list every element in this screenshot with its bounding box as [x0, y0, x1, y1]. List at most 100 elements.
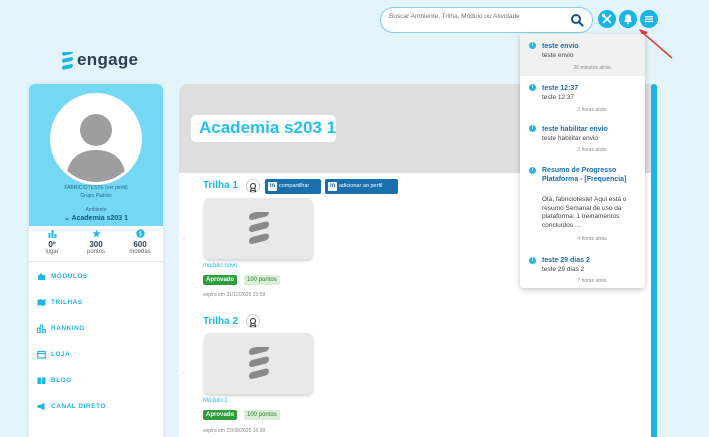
notification-body: teste 12:37 [542, 94, 575, 101]
megaphone-icon [37, 402, 45, 411]
trilha-title[interactable]: Trilha 2 [203, 316, 238, 327]
book-icon [37, 377, 46, 384]
star-icon [91, 229, 101, 238]
module-card[interactable] [204, 198, 313, 259]
points-badge: 100 pontos [244, 410, 280, 420]
notification-title: Resumo de Progresso Plataforma - [Freque… [542, 167, 627, 183]
menu-icon [645, 16, 653, 23]
notification-item[interactable]: i teste 12:37 teste 12:37 3 horas atrás [520, 76, 645, 117]
notification-body: teste 29 dias 2 [542, 266, 585, 273]
module-name[interactable]: modulo novo [203, 263, 237, 269]
notification-title: teste envio [542, 43, 579, 50]
sidebar-item-label: CANAL DIRETO [51, 403, 106, 410]
view-profile-link[interactable]: (ver perfil) [105, 185, 128, 191]
notification-time: 4 horas atrás [577, 236, 607, 242]
notification-body: teste envio [542, 52, 574, 59]
linkedin-icon: in [328, 182, 337, 191]
user-placeholder-icon [53, 96, 139, 182]
stat-ranking: 0º lugar [30, 229, 74, 255]
stat-points: 300 pontos [74, 229, 118, 255]
notifications-button[interactable] [619, 10, 637, 28]
avatar[interactable] [50, 93, 142, 185]
stat-value: 600 [133, 240, 147, 249]
module-name[interactable]: Módulo 1 [203, 398, 228, 404]
medal-badge[interactable] [246, 314, 260, 328]
search-icon[interactable] [570, 13, 584, 27]
expiry-date: expira em 23/08/2025 16:00 [203, 428, 266, 434]
notification-body: teste habilitar envio [542, 135, 599, 142]
notification-item[interactable]: i teste 29 dias 2 teste 29 dias 2 7 hora… [520, 249, 645, 288]
module-thumbnail-icon [249, 347, 269, 379]
notification-time: 3 horas atrás [577, 107, 607, 113]
search-input[interactable] [389, 13, 569, 20]
environment-value: Academia s203 1 [71, 215, 128, 222]
scrollbar[interactable] [651, 84, 657, 437]
stat-label: moedas [129, 249, 151, 255]
module-thumbnail-icon [249, 212, 269, 244]
stat-value: 300 [89, 240, 103, 249]
notification-time: 26 minutos atrás [573, 65, 611, 71]
tools-icon [601, 13, 612, 24]
trilha-title[interactable]: Trilha 1 [203, 180, 238, 191]
expiry-date: expira em 31/12/2025 23:59 [203, 292, 266, 298]
stat-label: lugar [45, 249, 59, 255]
environment-label: Ambiente [85, 207, 107, 213]
medal-icon [249, 182, 257, 193]
info-icon: i [529, 125, 536, 132]
sidebar-item-label: TRILHAS [51, 299, 83, 306]
menu-button[interactable] [640, 10, 658, 28]
tools-button[interactable] [598, 10, 616, 28]
bell-icon [624, 14, 632, 25]
page-title-box: Academia s203 1 [191, 115, 336, 142]
notification-body: Olá, fabricioteste! Aqui está o resumo S… [542, 196, 627, 229]
sidebar-item-label: RANKING [51, 325, 85, 332]
logo-text: engage [77, 50, 139, 69]
add-profile-label: adicionar ao perfil [339, 183, 383, 189]
profile-name-line: FABRICIOTESTE (ver perfil) [29, 185, 163, 191]
notification-item[interactable]: i Resumo de Progresso Plataforma - [Freq… [520, 159, 645, 249]
medal-icon [249, 317, 257, 328]
search-bar[interactable] [380, 7, 593, 33]
store-icon [37, 350, 46, 359]
linkedin-add-profile-button[interactable]: in adicionar ao perfil [325, 179, 398, 194]
stats-row: 0º lugar 300 pontos $ 600 moedas [29, 226, 163, 262]
notification-time: 3 horas atrás [577, 147, 607, 153]
sidebar-item-canal-direto[interactable]: CANAL DIRETO [29, 394, 163, 420]
stat-label: pontos [86, 249, 105, 255]
linkedin-share-button[interactable]: in compartilhar [265, 179, 321, 194]
coin-icon: $ [135, 229, 145, 238]
sidebar-item-label: MÓDULOS [51, 273, 88, 280]
status-badge: Aprovado [203, 275, 238, 285]
carousel-prev-icon[interactable]: ‹ [182, 365, 186, 379]
sidebar-item-trilhas[interactable]: TRILHAS [29, 290, 163, 316]
medal-badge[interactable] [246, 179, 260, 193]
sidebar-item-label: BLOG [51, 377, 72, 384]
linkedin-icon: in [268, 182, 277, 191]
module-card[interactable] [204, 333, 313, 394]
carousel-prev-icon[interactable]: ‹ [182, 230, 186, 244]
notifications-dropdown: i teste envio teste envio 26 minutos atr… [520, 34, 645, 288]
notification-item[interactable]: i teste habilitar envio teste habilitar … [520, 117, 645, 159]
info-icon: i [529, 42, 536, 49]
map-icon [37, 299, 46, 306]
stat-coins: $ 600 moedas [118, 229, 162, 255]
puzzle-icon [38, 273, 45, 280]
sidebar-menu: MÓDULOS TRILHAS RANKING LOJA BLOG CANAL … [29, 264, 163, 420]
share-label: compartilhar [279, 183, 310, 189]
sidebar-item-loja[interactable]: LOJA [29, 342, 163, 368]
engage-logo-icon [62, 52, 73, 70]
bar-chart-icon [48, 230, 56, 238]
info-icon: i [529, 167, 536, 174]
status-badge: Aprovado [203, 410, 238, 420]
notification-title: teste 29 dias 2 [542, 257, 590, 264]
sidebar-item-blog[interactable]: BLOG [29, 368, 163, 394]
info-icon: i [529, 257, 536, 264]
sidebar-item-modulos[interactable]: MÓDULOS [29, 264, 163, 290]
profile-group: Grupo Padrão [80, 193, 112, 199]
chevron-down-icon: ⌄ [64, 215, 72, 222]
environment-selector[interactable]: ⌄ Academia s203 1 [29, 214, 163, 222]
notification-item[interactable]: i teste envio teste envio 26 minutos atr… [520, 34, 645, 76]
sidebar-item-ranking[interactable]: RANKING [29, 316, 163, 342]
page-title: Academia s203 1 [199, 118, 337, 137]
notification-time: 7 horas atrás [577, 278, 607, 284]
